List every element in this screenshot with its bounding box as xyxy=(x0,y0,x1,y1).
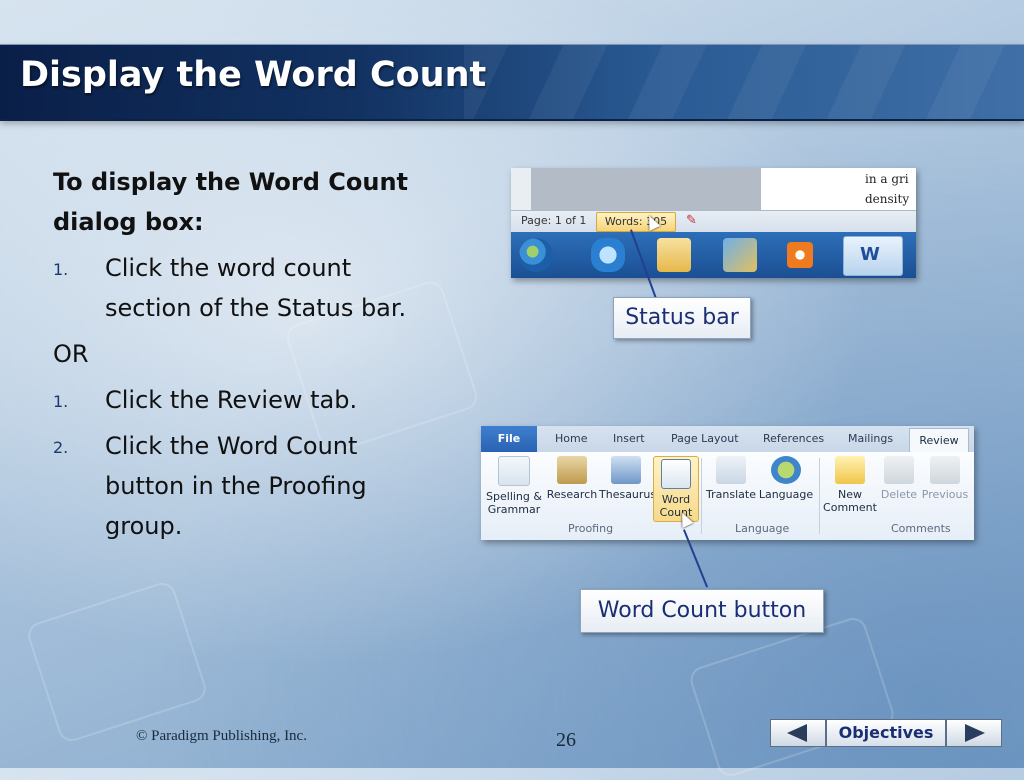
previous-comment-button[interactable]: Previous xyxy=(921,456,969,501)
internet-explorer-icon[interactable] xyxy=(591,238,625,272)
tab-references[interactable]: References xyxy=(763,432,824,445)
title-bar-decoration xyxy=(464,45,1024,119)
title-bar: Display the Word Count xyxy=(0,44,1024,121)
instructions-heading: To display the Word Count dialog box: xyxy=(53,168,408,236)
vertical-ruler xyxy=(511,168,532,210)
document-page: in a gri density xyxy=(761,168,916,210)
previous-comment-icon xyxy=(930,456,960,484)
step-text: Click the Word Count button in the Proof… xyxy=(105,432,367,540)
background-key-shape xyxy=(686,614,898,780)
slide-title: Display the Word Count xyxy=(20,55,487,95)
translate-button[interactable]: Translate xyxy=(705,456,757,501)
tab-mailings[interactable]: Mailings xyxy=(848,432,893,445)
step-number: 2. xyxy=(53,438,69,457)
step-number: 1. xyxy=(53,260,69,279)
folder-icon[interactable] xyxy=(657,238,691,272)
ribbon-screenshot: File Home Insert Page Layout References … xyxy=(481,426,974,540)
media-player-icon[interactable] xyxy=(787,242,813,268)
thesaurus-book-icon xyxy=(611,456,641,484)
button-label: Language xyxy=(758,488,814,501)
pen-icon[interactable] xyxy=(723,238,757,272)
method1-step-1: 1. Click the word count section of the S… xyxy=(53,248,413,328)
tab-file[interactable]: File xyxy=(481,426,537,452)
word-count-indicator[interactable]: Words: 305 xyxy=(596,212,676,232)
language-globe-icon xyxy=(771,456,801,484)
page-number: 26 xyxy=(556,729,576,751)
button-label: Previous xyxy=(921,488,969,501)
method2-step-1: 1. Click the Review tab. xyxy=(53,380,413,420)
next-slide-button[interactable] xyxy=(946,719,1002,747)
group-label-comments: Comments xyxy=(891,522,951,535)
windows-taskbar: W xyxy=(511,232,916,278)
status-bar: Page: 1 of 1 Words: 305 ✎ xyxy=(511,210,916,233)
page-indicator[interactable]: Page: 1 of 1 xyxy=(521,214,586,227)
review-ribbon: Spelling & Grammar Research Thesaurus Wo… xyxy=(481,452,974,540)
statusbar-screenshot: in a gri density Page: 1 of 1 Words: 305… xyxy=(511,168,916,278)
group-label-language: Language xyxy=(735,522,790,535)
spelling-check-icon xyxy=(498,456,530,486)
group-separator xyxy=(819,458,820,534)
proofing-icon[interactable]: ✎ xyxy=(686,213,697,228)
document-text-line: density xyxy=(865,192,910,206)
word-count-button-callout: Word Count button xyxy=(580,589,824,633)
group-label-proofing: Proofing xyxy=(568,522,614,535)
new-comment-icon xyxy=(835,456,865,484)
tab-home[interactable]: Home xyxy=(555,432,587,445)
background-key-shape xyxy=(24,579,210,745)
status-bar-callout: Status bar xyxy=(613,297,751,339)
arrow-left-icon xyxy=(787,724,807,742)
step-number: 1. xyxy=(53,392,69,411)
copyright-notice: © Paradigm Publishing, Inc. xyxy=(136,728,307,744)
step-text: Click the Review tab. xyxy=(105,386,358,414)
tab-insert[interactable]: Insert xyxy=(613,432,645,445)
delete-comment-button[interactable]: Delete xyxy=(879,456,919,501)
tab-page-layout[interactable]: Page Layout xyxy=(671,432,739,445)
word-count-button[interactable]: Word Count xyxy=(653,456,699,522)
delete-comment-icon xyxy=(884,456,914,484)
button-label: Research xyxy=(546,488,598,501)
step-text: Click the word count section of the Stat… xyxy=(105,254,407,322)
ribbon-tabs: File Home Insert Page Layout References … xyxy=(481,426,974,453)
word-count-abc123-icon xyxy=(661,459,691,489)
windows-start-icon[interactable] xyxy=(519,238,553,272)
or-separator: OR xyxy=(53,340,89,368)
previous-slide-button[interactable] xyxy=(770,719,826,747)
research-book-icon xyxy=(557,456,587,484)
document-margin xyxy=(531,168,761,210)
spelling-grammar-button[interactable]: Spelling & Grammar xyxy=(485,456,543,516)
language-button[interactable]: Language xyxy=(757,456,815,501)
objectives-button[interactable]: Objectives xyxy=(826,719,946,747)
tab-review[interactable]: Review xyxy=(909,428,969,453)
translate-icon xyxy=(716,456,746,484)
arrow-right-icon xyxy=(965,724,985,742)
research-button[interactable]: Research xyxy=(545,456,599,501)
button-label: Spelling & Grammar xyxy=(486,490,542,516)
slide-navigation: Objectives xyxy=(770,719,1002,747)
button-label: New Comment xyxy=(823,488,877,514)
group-separator xyxy=(701,458,702,534)
instructions: To display the Word Count dialog box: 1.… xyxy=(53,162,413,546)
thesaurus-button[interactable]: Thesaurus xyxy=(599,456,657,501)
document-text-line: in a gri xyxy=(865,172,909,186)
method2-step-2: 2. Click the Word Count button in the Pr… xyxy=(53,426,413,546)
new-comment-button[interactable]: New Comment xyxy=(823,456,877,514)
button-label: Thesaurus xyxy=(599,488,657,501)
word-app-icon[interactable]: W xyxy=(843,236,903,276)
button-label: Delete xyxy=(880,488,918,501)
button-label: Translate xyxy=(706,488,756,501)
